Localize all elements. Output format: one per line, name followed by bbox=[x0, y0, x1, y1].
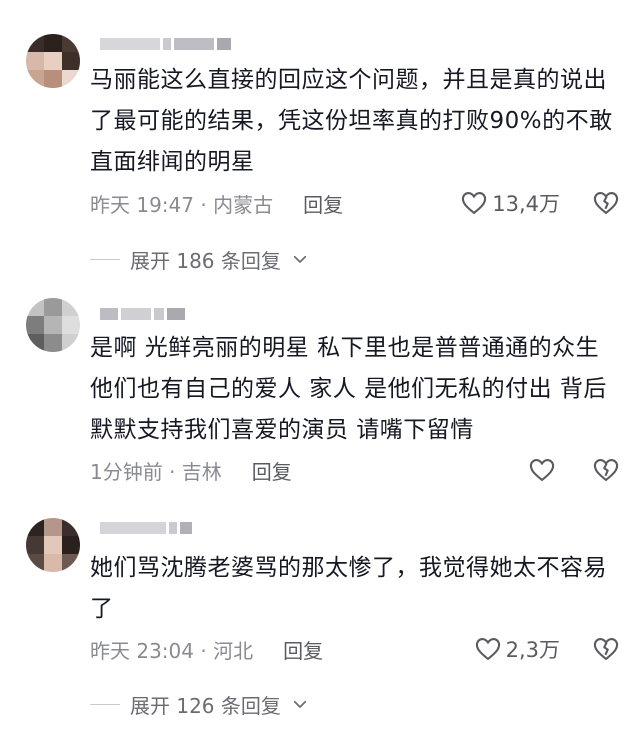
divider bbox=[90, 703, 120, 705]
reply-button[interactable]: 回复 bbox=[283, 635, 323, 664]
broken-heart-icon bbox=[593, 638, 619, 661]
expand-label: 展开 126 条回复 bbox=[130, 693, 281, 718]
broken-heart-icon bbox=[593, 192, 619, 215]
comment-meta: 昨天 23:04 · 河北 回复 2,3万 bbox=[90, 634, 620, 664]
comment-text: 她们骂沈腾老婆骂的那太惨了，我觉得她太不容易了 bbox=[90, 555, 607, 622]
dislike-button[interactable] bbox=[592, 635, 620, 663]
username-blurred[interactable] bbox=[100, 520, 192, 536]
like-count: 13,4万 bbox=[492, 192, 560, 216]
divider bbox=[90, 258, 120, 260]
comment-text: 马丽能这么直接的回应这个问题，并且是真的说出了最可能的结果，凭这份坦率真的打败9… bbox=[90, 67, 613, 175]
reply-button[interactable]: 回复 bbox=[252, 456, 292, 485]
heart-icon bbox=[529, 459, 555, 482]
comment-meta: 1分钟前 · 吉林 回复 bbox=[90, 455, 620, 485]
time-location: 昨天 19:47 · 内蒙古 bbox=[90, 192, 274, 217]
like-button[interactable] bbox=[528, 456, 560, 484]
comment-text: 是啊 光鲜亮丽的明星 私下里也是普普通通的众生 他们也有自己的爱人 家人 是他们… bbox=[90, 335, 607, 443]
like-button[interactable]: 13,4万 bbox=[460, 188, 560, 218]
chevron-down-icon bbox=[293, 255, 306, 263]
avatar[interactable] bbox=[26, 34, 80, 88]
expand-replies-button[interactable]: 展开 126 条回复 bbox=[90, 689, 309, 719]
heart-icon bbox=[462, 192, 487, 215]
chevron-down-icon bbox=[293, 700, 306, 708]
expand-label: 展开 186 条回复 bbox=[130, 248, 281, 273]
expand-replies-button[interactable]: 展开 186 条回复 bbox=[90, 244, 309, 274]
username-blurred[interactable] bbox=[100, 36, 231, 52]
heart-icon bbox=[475, 638, 500, 661]
avatar[interactable] bbox=[26, 518, 80, 572]
comment-meta: 昨天 19:47 · 内蒙古 回复 13,4万 bbox=[90, 188, 620, 218]
dislike-button[interactable] bbox=[592, 189, 620, 217]
like-count: 2,3万 bbox=[505, 638, 560, 662]
time-location: 昨天 23:04 · 河北 bbox=[90, 638, 254, 663]
time-location: 1分钟前 · 吉林 bbox=[90, 459, 222, 484]
reply-button[interactable]: 回复 bbox=[303, 189, 343, 218]
avatar[interactable] bbox=[26, 298, 80, 352]
broken-heart-icon bbox=[593, 459, 619, 482]
username-blurred[interactable] bbox=[100, 306, 185, 322]
dislike-button[interactable] bbox=[592, 456, 620, 484]
like-button[interactable]: 2,3万 bbox=[474, 634, 560, 664]
